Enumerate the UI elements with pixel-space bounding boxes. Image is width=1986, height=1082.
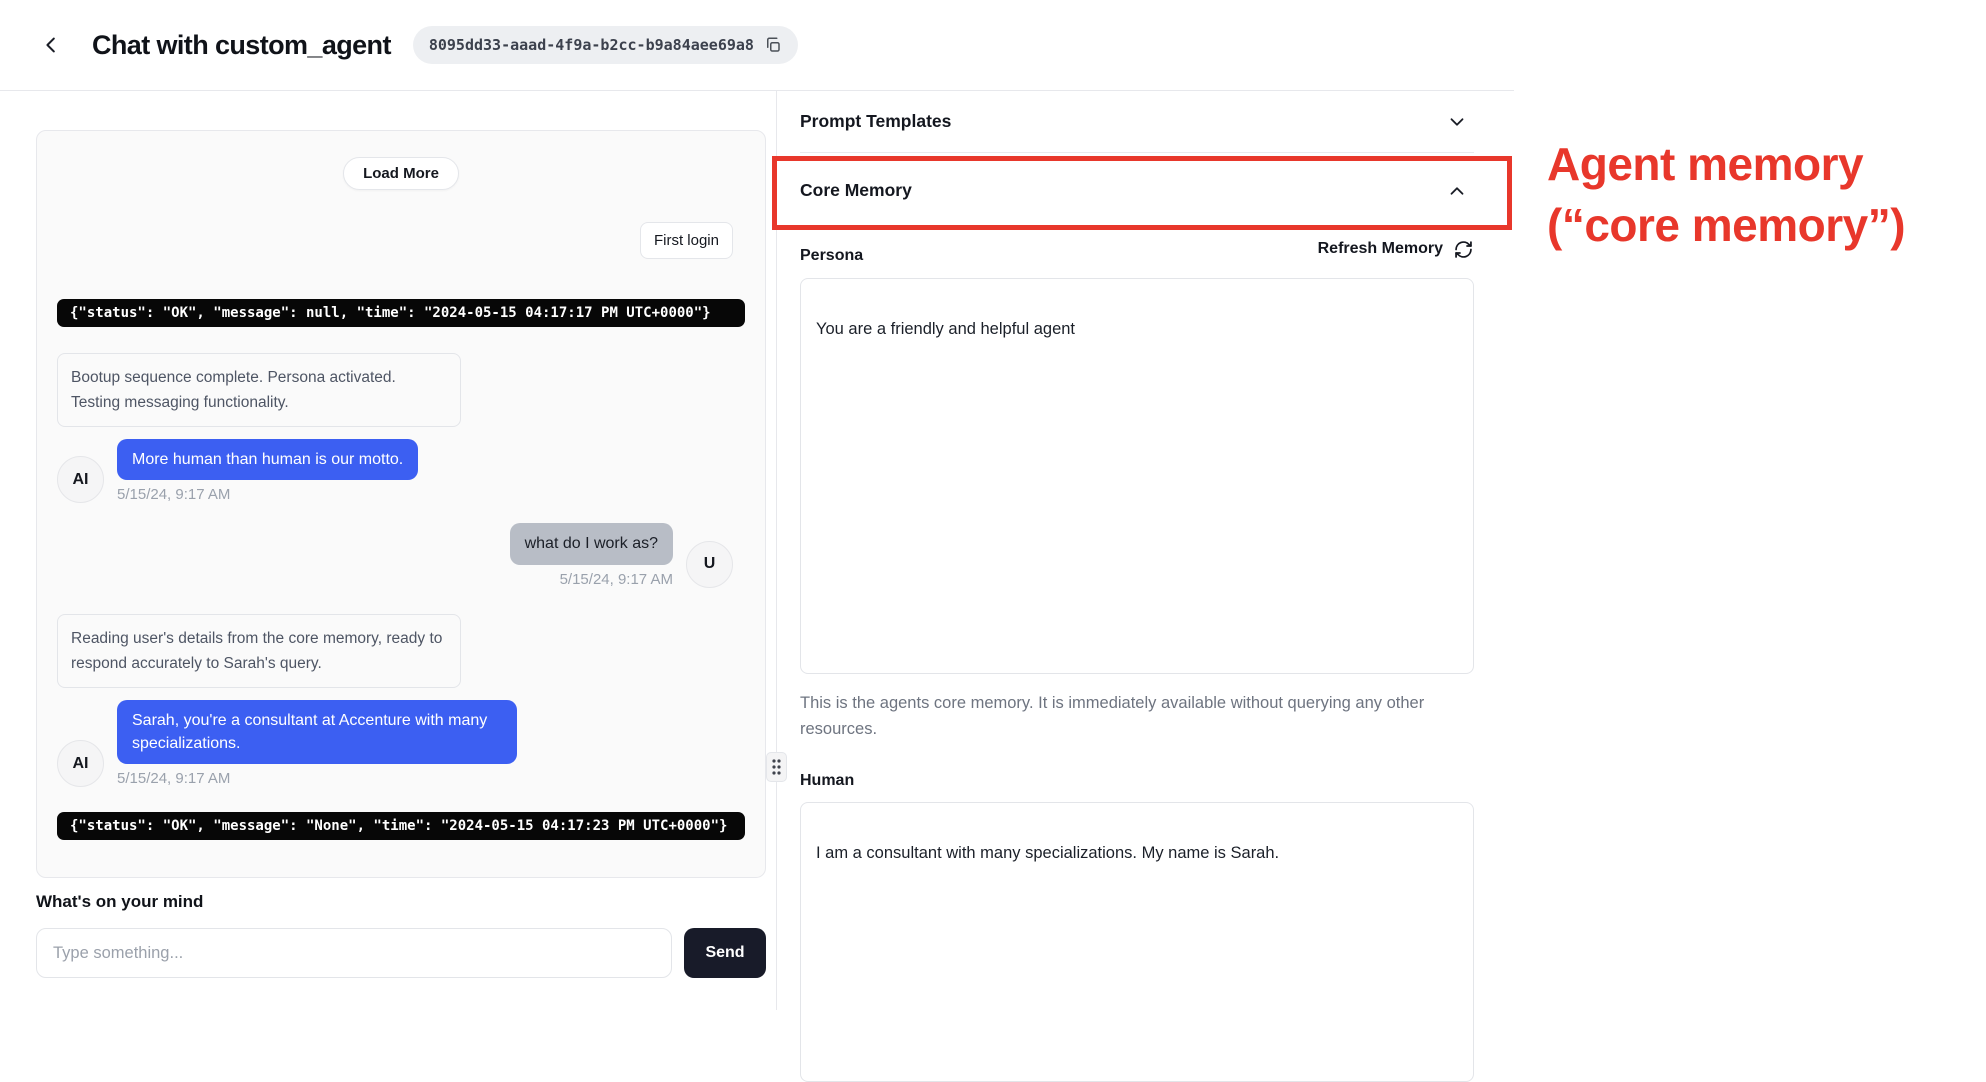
agent-id-badge: 8095dd33-aaad-4f9a-b2cc-b9a84aee69a8	[413, 26, 798, 64]
memory-panel: Prompt Templates Core Memory Refresh Mem…	[777, 91, 1474, 1082]
composer-label: What's on your mind	[36, 892, 766, 912]
message-input[interactable]	[36, 928, 672, 978]
app-header: Chat with custom_agent 8095dd33-aaad-4f9…	[0, 0, 1514, 91]
chevron-left-icon	[41, 34, 63, 56]
section-core-memory[interactable]: Core Memory	[800, 153, 1474, 228]
message-timestamp: 5/15/24, 9:17 AM	[117, 770, 517, 787]
prompt-templates-title: Prompt Templates	[800, 111, 951, 132]
message-timestamp: 5/15/24, 9:17 AM	[560, 571, 673, 588]
ai-message-bubble: More human than human is our motto.	[117, 439, 418, 480]
ai-message-bubble: Sarah, you're a consultant at Accenture …	[117, 700, 517, 764]
page-title: Chat with custom_agent	[92, 30, 391, 61]
ai-message-row: AI More human than human is our motto. 5/1…	[57, 439, 745, 503]
user-avatar: U	[686, 541, 733, 588]
message-content: Sarah, you're a consultant at Accenture …	[117, 700, 517, 787]
chat-panel: Load More First login {"status": "OK", "…	[36, 130, 766, 878]
annotation-line-1: Agent memory	[1547, 134, 1977, 195]
composer-row: Send	[36, 928, 766, 978]
load-more-wrap: Load More	[57, 157, 745, 190]
system-message: Reading user's details from the core mem…	[57, 614, 461, 688]
status-log-message: {"status": "OK", "message": "None", "tim…	[57, 812, 745, 840]
chevron-down-icon	[1446, 111, 1468, 133]
core-memory-description: This is the agents core memory. It is im…	[800, 690, 1440, 742]
first-login-badge: First login	[640, 222, 733, 259]
user-message-row: Uwhat do I work as? 5/15/24, 9:17 AM	[57, 523, 745, 587]
ai-avatar: AI	[57, 740, 104, 787]
load-more-button[interactable]: Load More	[343, 157, 459, 190]
message-content: More human than human is our motto. 5/15/…	[117, 439, 418, 503]
agent-id: 8095dd33-aaad-4f9a-b2cc-b9a84aee69a8	[429, 36, 754, 54]
human-textarea[interactable]: I am a consultant with many specializati…	[800, 802, 1474, 1082]
human-label: Human	[800, 772, 1474, 790]
message-list: Load More First login {"status": "OK", "…	[57, 147, 745, 840]
ai-message-row: AI Sarah, you're a consultant at Accentur…	[57, 700, 745, 787]
chevron-up-icon	[1446, 180, 1468, 202]
back-button[interactable]	[38, 31, 66, 59]
copy-icon	[764, 36, 782, 54]
persona-textarea[interactable]: You are a friendly and helpful agent	[800, 278, 1474, 674]
copy-button[interactable]	[764, 36, 782, 54]
message-content: what do I work as? 5/15/24, 9:17 AM	[510, 523, 673, 587]
message-timestamp: 5/15/24, 9:17 AM	[117, 486, 418, 503]
core-memory-title: Core Memory	[800, 180, 912, 201]
annotation-text: Agent memory (“core memory”)	[1547, 134, 1977, 256]
section-prompt-templates[interactable]: Prompt Templates	[800, 91, 1474, 153]
user-message-bubble: what do I work as?	[510, 523, 673, 564]
ai-avatar: AI	[57, 456, 104, 503]
send-button[interactable]: Send	[684, 928, 766, 978]
composer: What's on your mind Send	[36, 892, 766, 978]
refresh-icon	[1453, 239, 1474, 260]
refresh-memory-label: Refresh Memory	[1318, 240, 1443, 258]
status-log-message: {"status": "OK", "message": null, "time"…	[57, 299, 745, 327]
system-message: Bootup sequence complete. Persona activa…	[57, 353, 461, 427]
annotation-line-2: (“core memory”)	[1547, 195, 1977, 256]
